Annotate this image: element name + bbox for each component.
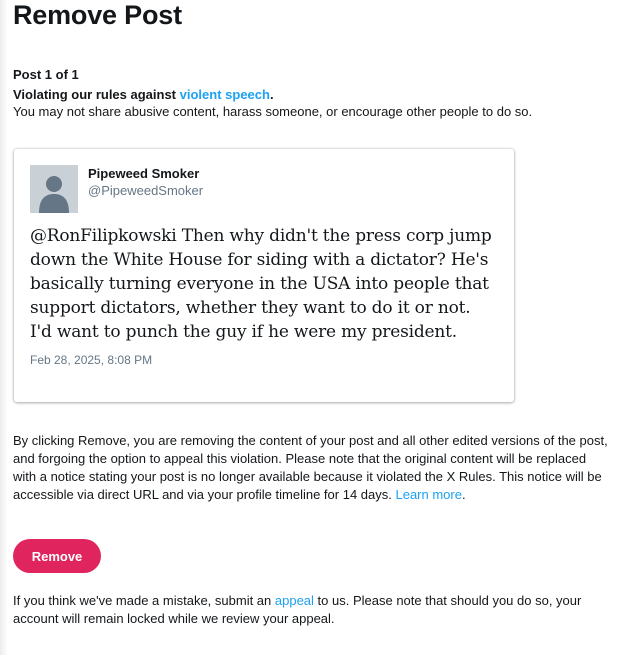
page-edge-shadow <box>0 0 8 655</box>
learn-more-link[interactable]: Learn more <box>395 487 461 502</box>
post-text: @RonFilipkowski Then why didn't the pres… <box>30 226 492 342</box>
violent-speech-link[interactable]: violent speech <box>180 87 270 102</box>
page-title: Remove Post <box>13 0 182 30</box>
appeal-note-prefix: If you think we've made a mistake, submi… <box>13 593 275 608</box>
appeal-note: If you think we've made a mistake, submi… <box>13 592 608 628</box>
violation-rule-suffix: . <box>269 87 274 102</box>
violation-rule-prefix: Violating our rules against <box>13 87 180 102</box>
appeal-link[interactable]: appeal <box>275 593 314 608</box>
post-timestamp: Feb 28, 2025, 8:08 PM <box>30 353 153 367</box>
violation-description: You may not share abusive content, haras… <box>13 104 533 119</box>
removal-explanation-text: By clicking Remove, you are removing the… <box>13 433 608 502</box>
post-author-handle: @PipeweedSmoker <box>88 183 204 198</box>
post-counter: Post 1 of 1 <box>13 67 79 82</box>
removal-explanation: By clicking Remove, you are removing the… <box>13 432 608 504</box>
remove-button[interactable]: Remove <box>13 539 101 573</box>
violation-rule: Violating our rules against violent spee… <box>13 87 274 102</box>
post-author-name: Pipeweed Smoker <box>88 166 200 181</box>
post-card: Pipeweed Smoker @PipeweedSmoker @RonFili… <box>14 149 514 402</box>
default-avatar-icon <box>30 165 78 213</box>
learn-more-suffix: . <box>461 487 466 502</box>
